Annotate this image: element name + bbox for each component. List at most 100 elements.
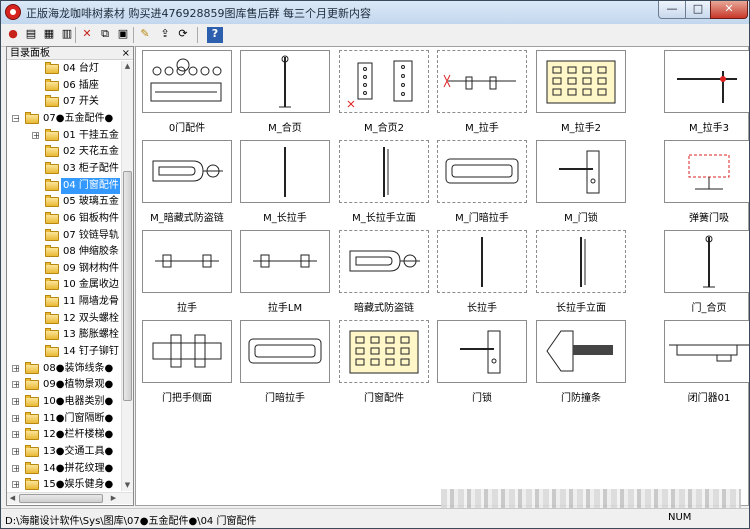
app-icon-button[interactable]: ● (5, 27, 21, 43)
tree-item[interactable]: 06 插座 (7, 78, 120, 94)
tree-item[interactable]: +11●门窗隔断● (7, 411, 120, 427)
thumbnail-label[interactable]: 门锁 (427, 389, 537, 404)
minimize-button[interactable]: — (658, 1, 686, 19)
thumbnail-long-handle-elevation[interactable] (339, 140, 429, 203)
thumbnail-door-parts[interactable] (142, 50, 232, 113)
tree-item[interactable]: +13●交通工具● (7, 444, 120, 460)
close-button[interactable]: ✕ (710, 1, 748, 19)
tree-item[interactable]: 06 钼板构件 (7, 211, 120, 227)
thumbnail-hinge-2[interactable] (339, 50, 429, 113)
help-button[interactable]: ? (207, 27, 223, 43)
tree-item[interactable]: +14●拼花纹理● (7, 461, 120, 477)
tree-item[interactable]: +15●娱乐健身● (7, 477, 120, 491)
thumbnail-handle[interactable] (142, 230, 232, 293)
thumbnail-label[interactable]: M_暗藏式防盗链 (132, 209, 242, 224)
tree-item[interactable]: 04 门窗配件 (7, 177, 120, 194)
thumbnail-label[interactable]: 门_合页 (654, 299, 749, 314)
tree-item[interactable]: 12 双头螺栓 (7, 311, 120, 327)
thumbnail-label[interactable]: M_拉手3 (654, 119, 749, 134)
export-button[interactable]: ⇪ (157, 27, 173, 43)
thumbnail-label[interactable]: 拉手 (132, 299, 242, 314)
thumbnail-bumper-strip[interactable] (536, 320, 626, 383)
expand-icon[interactable]: + (12, 414, 20, 422)
copy-button[interactable]: ⧉ (97, 27, 113, 43)
tree-item[interactable]: 03 柜子配件 (7, 161, 120, 177)
thumbnail-door-hinge[interactable] (664, 230, 749, 293)
thumbnail-label[interactable]: 闭门器01 (654, 389, 749, 404)
expand-icon[interactable]: + (12, 364, 20, 372)
expand-icon[interactable]: + (12, 431, 20, 439)
tree-item[interactable]: 14 钉子铆钉 (7, 344, 120, 360)
tree-item[interactable]: 07 铰链导轨 (7, 228, 120, 244)
scroll-down-icon[interactable]: ▼ (122, 480, 133, 491)
thumbnail-knob-side[interactable] (142, 320, 232, 383)
scroll-thumb[interactable] (123, 171, 132, 401)
tree-item[interactable]: 09 钢材构件 (7, 261, 120, 277)
open-button[interactable]: ▤ (23, 27, 39, 43)
thumbnail-pull-handle[interactable] (437, 50, 527, 113)
app-logo-icon[interactable] (5, 4, 21, 20)
scroll-left-icon[interactable]: ◀ (7, 493, 18, 504)
panel-close-icon[interactable]: × (122, 47, 130, 60)
thumbnail-handle-lm[interactable] (240, 230, 330, 293)
tree-item[interactable]: +09●植物景观● (7, 377, 120, 393)
thumbnail-hidden-chain-2[interactable] (339, 230, 429, 293)
expand-icon[interactable]: + (12, 398, 20, 406)
tree-item[interactable]: +12●栏杆楼梯● (7, 427, 120, 443)
thumbnail-label[interactable]: M_门锁 (526, 209, 636, 224)
tree-item[interactable]: 04 台灯 (7, 61, 120, 77)
thumbnail-hidden-chain[interactable] (142, 140, 232, 203)
scroll-up-icon[interactable]: ▲ (122, 61, 133, 72)
tree-item[interactable]: 08 伸缩胶条 (7, 244, 120, 260)
tree-item[interactable]: 05 玻璃五金 (7, 194, 120, 210)
thumbnail-label[interactable]: 弹簧门吸 (654, 209, 749, 224)
thumbnail-long-handle[interactable] (240, 140, 330, 203)
expand-icon[interactable]: + (12, 381, 20, 389)
scroll-right-icon[interactable]: ▶ (108, 493, 119, 504)
delete-button[interactable]: ✕ (79, 27, 95, 43)
expand-icon[interactable]: + (12, 447, 20, 455)
edit-button[interactable]: ✎ (137, 27, 153, 43)
thumbnail-label[interactable]: 拉手LM (230, 299, 340, 314)
paste-button[interactable]: ▣ (115, 27, 131, 43)
thumbnail-label[interactable]: M_合页2 (329, 119, 439, 134)
thumbnail-label[interactable]: 门窗配件 (329, 389, 439, 404)
thumbnail-hinge[interactable] (240, 50, 330, 113)
thumbnail-label[interactable]: 门把手侧面 (132, 389, 242, 404)
thumbnail-door-closer[interactable] (664, 320, 749, 383)
refresh-button[interactable]: ⟳ (175, 27, 191, 43)
collapse-icon[interactable]: − (12, 114, 20, 122)
thumbnail-label[interactable]: 门暗拉手 (230, 389, 340, 404)
thumbnail-recessed-handle-2[interactable] (240, 320, 330, 383)
thumbnail-label[interactable]: 长拉手立面 (526, 299, 636, 314)
thumbnail-pull-handle-2[interactable] (536, 50, 626, 113)
thumbnail-label[interactable]: 门防撞条 (526, 389, 636, 404)
details-button[interactable]: ▥ (59, 27, 75, 43)
tree-item[interactable]: +08●装饰线条● (7, 361, 120, 377)
thumbnail-lock[interactable] (437, 320, 527, 383)
thumbnail-label[interactable]: M_长拉手立面 (329, 209, 439, 224)
thumbnail-pull-handle-3[interactable] (664, 50, 749, 113)
tree-item[interactable]: 13 膨胀螺栓 (7, 327, 120, 343)
tree-item[interactable]: 02 天花五金 (7, 144, 120, 160)
tree-horizontal-scrollbar[interactable]: ◀ ▶ (7, 492, 133, 504)
thumbnail-long-handle-elevation-2[interactable] (536, 230, 626, 293)
thumbnail-label[interactable]: M_拉手2 (526, 119, 636, 134)
thumbnail-recessed-handle[interactable] (437, 140, 527, 203)
tree-item[interactable]: − 07●五金配件● (7, 111, 120, 127)
thumbnail-spring-stopper[interactable] (664, 140, 749, 203)
tree-item[interactable]: +01 干挂五金 (7, 128, 120, 144)
tree-item[interactable]: 07 开关 (7, 94, 120, 110)
thumbnail-long-handle-2[interactable] (437, 230, 527, 293)
expand-icon[interactable]: + (32, 131, 40, 139)
thumbnail-label[interactable]: M_合页 (230, 119, 340, 134)
list-button[interactable]: ▦ (41, 27, 57, 43)
tree-item[interactable]: 10 金属收边 (7, 277, 120, 293)
expand-icon[interactable]: + (12, 464, 20, 472)
thumbnail-label[interactable]: M_门暗拉手 (427, 209, 537, 224)
thumbnail-door-window-parts[interactable] (339, 320, 429, 383)
tree-item[interactable]: +10●电器类别● (7, 394, 120, 410)
maximize-button[interactable]: □ (685, 1, 711, 19)
expand-icon[interactable]: + (12, 481, 20, 489)
thumbnail-label[interactable]: M_长拉手 (230, 209, 340, 224)
